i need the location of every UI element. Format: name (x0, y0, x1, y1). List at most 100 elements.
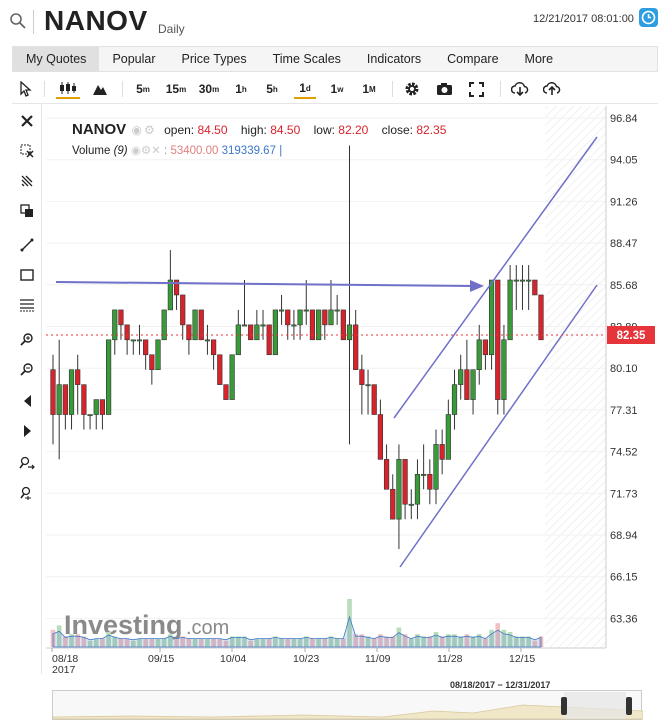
candle-body (322, 309, 328, 326)
candle-body (217, 354, 223, 385)
candle-body (334, 309, 340, 312)
candle-body (118, 309, 124, 326)
x-axis-labels: 08/18 2017 09/15 10/04 10/23 11/09 11/28 12/15 (51, 648, 535, 676)
candle-body (414, 474, 421, 505)
x-tick-label: 09/15 (148, 653, 174, 665)
y-axis-labels: 96.8494.0591.2688.4785.6882.8980.1077.31… (610, 113, 638, 625)
candle-body (278, 309, 285, 312)
candle-body (180, 294, 186, 326)
legend-high-label: high: (240, 123, 267, 137)
candle-body (470, 369, 476, 400)
candle-body (248, 324, 254, 341)
y-tick-label: 96.84 (610, 113, 638, 125)
eye-icon[interactable]: ◉ (131, 145, 141, 157)
candle-body (241, 324, 248, 327)
candle-body (68, 369, 75, 415)
volume-ma-value: 319339.67 (221, 145, 276, 157)
candle-body (149, 354, 155, 370)
x-tick-label: 08/18 2017 (52, 653, 78, 676)
candle-body (229, 354, 235, 400)
candle-body (75, 369, 81, 385)
y-tick-label: 63.36 (610, 613, 638, 625)
candle-body (383, 459, 390, 490)
candle-body (519, 279, 526, 282)
candle-body (458, 369, 464, 385)
candle-body (223, 384, 229, 400)
y-tick-label: 91.26 (610, 196, 638, 208)
candle-body (204, 339, 211, 342)
volume-legend: Volume (9) ◉⚙✕ : 53400.00 319339.67 | (72, 145, 283, 157)
candle-body (186, 324, 192, 341)
gear-icon[interactable]: ⚙ (144, 123, 155, 137)
candle-body (346, 324, 353, 341)
candle-body (143, 339, 149, 356)
candle-body (353, 324, 359, 370)
candle-body (359, 369, 365, 385)
y-tick-label: 94.05 (610, 155, 638, 167)
candle-body (297, 309, 303, 326)
close-icon[interactable]: ✕ (151, 145, 161, 157)
future-area (545, 106, 606, 648)
candle-body (501, 339, 507, 400)
y-tick-label: 71.73 (610, 488, 638, 500)
gear-icon[interactable]: ⚙ (141, 145, 151, 157)
x-tick-label: 10/04 (220, 653, 246, 665)
price-chart[interactable]: Investing .com 96.84 94.05 91.26 88.47 85.68… (0, 0, 660, 690)
candle-body (56, 384, 62, 415)
legend-open-value: 84.50 (197, 123, 228, 137)
candle-body (451, 384, 458, 415)
navigator-range-label: 08/18/2017 − 12/31/2017 (450, 680, 551, 690)
y-tick-label: 88.47 (610, 238, 638, 250)
candle-body (513, 279, 519, 282)
candle-body (538, 294, 544, 341)
candle-body (408, 503, 414, 506)
legend-close-value: 82.35 (416, 123, 447, 137)
last-price-badge: 82.35 (607, 326, 655, 344)
candle-body (365, 384, 371, 387)
plot-area (46, 106, 606, 648)
candle-body (254, 324, 260, 341)
candle-body (124, 324, 130, 341)
candle-body (99, 399, 106, 415)
candle-body (445, 414, 451, 460)
navigator-right-handle[interactable] (626, 697, 632, 715)
y-tick-label: 85.68 (610, 280, 638, 292)
candle-body (476, 339, 482, 370)
candle-body (272, 309, 278, 356)
candle-body (488, 279, 495, 356)
range-navigator[interactable] (52, 690, 643, 720)
candle-body (285, 309, 291, 326)
volume-value: 53400.00 (170, 145, 219, 157)
y-tick-label: 66.15 (610, 572, 638, 584)
last-price-label: 82.35 (617, 330, 646, 342)
x-tick-label: 12/15 (509, 653, 535, 665)
legend-close-label: close: (381, 123, 414, 137)
candle-body (81, 384, 87, 415)
eye-icon[interactable]: ◉ (132, 123, 142, 137)
candle-body (167, 279, 173, 311)
candle-body (87, 414, 93, 417)
watermark-brand: Investing (64, 610, 183, 640)
candle-body (291, 324, 297, 327)
navigator-left-handle[interactable] (561, 697, 567, 715)
legend-low-value: 82.20 (338, 123, 369, 137)
y-tick-label: 80.10 (610, 363, 638, 375)
x-tick-label: 11/28 (437, 653, 463, 665)
candle-body (390, 488, 396, 520)
candle-body (328, 309, 334, 326)
candle-body (532, 279, 538, 296)
candle-body (377, 414, 383, 460)
candle-body (155, 339, 161, 370)
candle-body (50, 369, 56, 415)
candle-body (396, 459, 402, 520)
candle-body (464, 369, 470, 400)
candle-body (130, 339, 136, 342)
y-tick-label: 68.94 (610, 530, 638, 542)
candle-body (303, 309, 309, 312)
candle-body (439, 444, 445, 460)
legend-low-label: low: (313, 123, 335, 137)
watermark-suffix: .com (186, 617, 229, 639)
candle-body (482, 339, 489, 356)
candle-body (495, 279, 501, 400)
candle-body (421, 474, 427, 476)
